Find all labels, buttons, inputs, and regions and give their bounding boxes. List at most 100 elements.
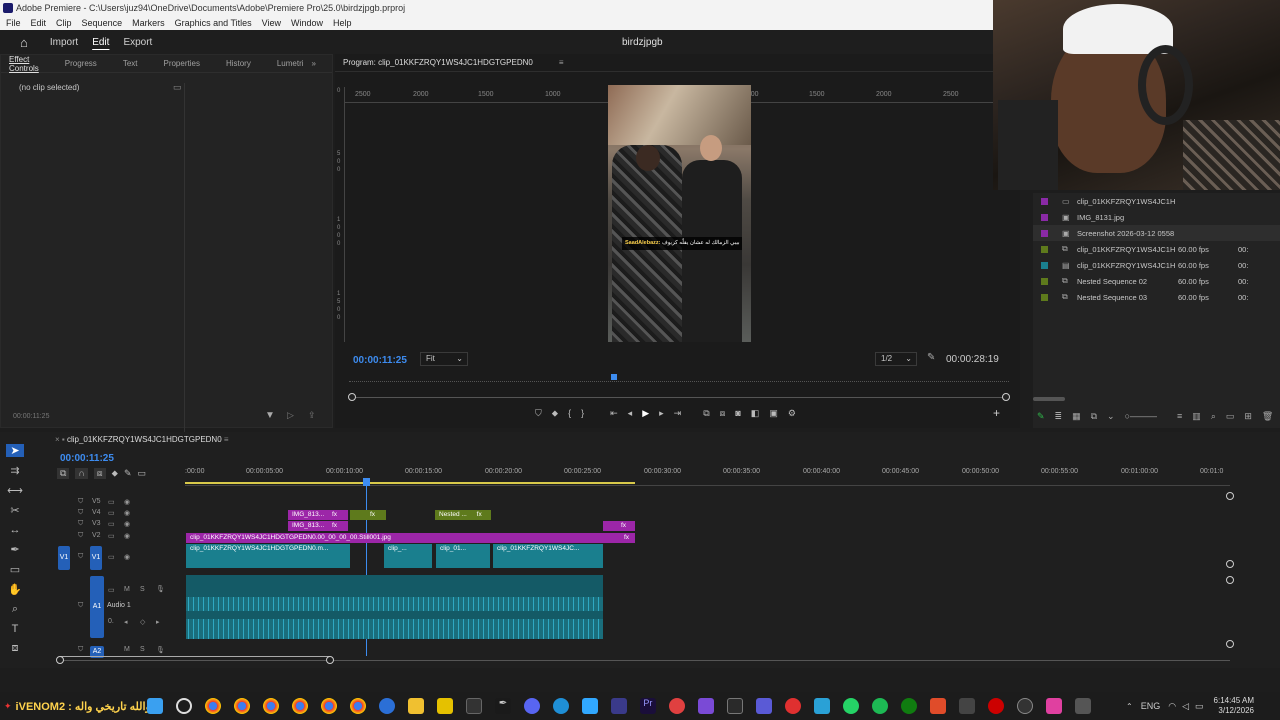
- tab-lumetri[interactable]: Lumetri: [277, 59, 304, 68]
- whatsapp-icon[interactable]: [842, 698, 859, 714]
- video-scroll-top[interactable]: [1226, 492, 1234, 500]
- home-icon[interactable]: ⌂: [20, 35, 28, 50]
- sequence-tab[interactable]: × ▪ clip_01KKFZRQY1WS4JC1HDGTGPEDN0 ≡: [55, 435, 229, 444]
- project-item[interactable]: ▣ Screenshot 2026-03-12 0558: [1033, 225, 1280, 241]
- clip-v1-b[interactable]: clip_...: [384, 544, 432, 568]
- audio-scroll-top[interactable]: [1226, 576, 1234, 584]
- chrome-icon[interactable]: [291, 698, 308, 714]
- zoom-handle-left[interactable]: [348, 393, 356, 401]
- solo-button[interactable]: S: [140, 586, 145, 593]
- label-color-swatch[interactable]: [1041, 261, 1048, 269]
- track-volume[interactable]: 0.: [108, 618, 114, 625]
- mark-in-icon[interactable]: {: [568, 408, 571, 419]
- lift-icon[interactable]: ⛉: [535, 408, 542, 419]
- edge-icon[interactable]: [552, 698, 569, 714]
- timeline-ruler[interactable]: :00:00 00:00:05:00 00:00:10:00 00:00:15:…: [185, 468, 1230, 486]
- pen-app-icon[interactable]: ✒: [494, 698, 511, 714]
- video-scroll-bottom[interactable]: [1226, 560, 1234, 568]
- captions-icon[interactable]: ▭: [138, 468, 147, 479]
- notes-icon[interactable]: [436, 698, 453, 714]
- track-select-icon[interactable]: ⇉: [6, 464, 24, 477]
- media-icon[interactable]: [697, 698, 714, 714]
- clip-v1-c[interactable]: clip_01...: [436, 544, 490, 568]
- browser-icon[interactable]: [378, 698, 395, 714]
- menu-graphics[interactable]: Graphics and Titles: [175, 16, 252, 30]
- track-target-v1[interactable]: V1: [90, 546, 102, 570]
- project-item[interactable]: ▣ IMG_8131.jpg: [1033, 209, 1280, 225]
- go-to-out-icon[interactable]: ⇥: [674, 408, 682, 419]
- sync-icon[interactable]: ▭: [108, 586, 115, 594]
- zoom-handle-right[interactable]: [1002, 393, 1010, 401]
- clip-v4-img[interactable]: IMG_813... fx: [288, 510, 348, 520]
- tab-effect-controls[interactable]: Effect Controls: [9, 55, 39, 73]
- timeline-zoom-handle-right[interactable]: [326, 656, 334, 664]
- menu-edit[interactable]: Edit: [31, 16, 47, 30]
- chrome-icon[interactable]: [349, 698, 366, 714]
- go-to-in-icon[interactable]: ⇤: [610, 408, 618, 419]
- overwrite-icon[interactable]: ⧈: [720, 408, 726, 419]
- project-scrollbar[interactable]: [1033, 397, 1065, 401]
- add-marker-icon[interactable]: ⬥: [552, 408, 558, 419]
- project-item[interactable]: ▤ clip_01KKFZRQY1WS4JC1H 60.00 fps 00:: [1033, 257, 1280, 273]
- play-audio-icon[interactable]: ▷: [287, 410, 294, 421]
- tab-progress[interactable]: Progress: [65, 59, 97, 68]
- compare-icon[interactable]: ◧: [751, 408, 760, 419]
- timeline-settings-icon[interactable]: ✎: [124, 468, 132, 479]
- eye-icon[interactable]: ◉: [124, 520, 130, 528]
- lang-indicator[interactable]: ENG: [1141, 701, 1161, 711]
- zoom-bar[interactable]: [349, 397, 1009, 398]
- lock-icon[interactable]: ⛉: [78, 520, 83, 528]
- export-tab[interactable]: Export: [123, 37, 152, 48]
- clip-v2-still[interactable]: clip_01KKFZRQY1WS4JC1HDGTGPEDN0.00_00_00…: [186, 533, 635, 543]
- menu-help[interactable]: Help: [333, 16, 352, 30]
- source-patch-v1[interactable]: V1: [58, 546, 70, 570]
- menu-markers[interactable]: Markers: [132, 16, 165, 30]
- tab-properties[interactable]: Properties: [163, 59, 199, 68]
- track-target-a1[interactable]: A1: [90, 576, 104, 638]
- type-tool-icon[interactable]: T: [6, 623, 24, 635]
- clip-v3-img[interactable]: IMG_813... fx: [288, 521, 348, 531]
- lock-icon[interactable]: ⛉: [78, 646, 83, 654]
- label-color-swatch[interactable]: [1041, 213, 1048, 221]
- premiere-icon[interactable]: Pr: [639, 698, 656, 714]
- freeform-view-icon[interactable]: ⧉: [1091, 411, 1097, 422]
- xbox-icon[interactable]: [900, 698, 917, 714]
- zoom-select[interactable]: Fit ⌄: [420, 352, 468, 366]
- safe-margins-icon[interactable]: ▣: [769, 408, 778, 419]
- slip-icon[interactable]: ↔: [6, 524, 24, 536]
- ripple-edit-icon[interactable]: ⟷: [6, 484, 24, 497]
- tab-text[interactable]: Text: [123, 59, 138, 68]
- start-icon[interactable]: [146, 698, 163, 714]
- search-icon[interactable]: [175, 698, 192, 714]
- sync-icon[interactable]: ▭: [108, 509, 115, 517]
- red-app-icon[interactable]: [987, 698, 1004, 714]
- eye-icon[interactable]: ◉: [124, 532, 130, 540]
- tab-history[interactable]: History: [226, 59, 251, 68]
- add-button-icon[interactable]: +: [993, 406, 1000, 420]
- lock-icon[interactable]: ⛉: [78, 602, 83, 610]
- program-title[interactable]: Program: clip_01KKFZRQY1WS4JC1HDGTGPEDN0: [343, 58, 533, 67]
- menu-sequence[interactable]: Sequence: [82, 16, 123, 30]
- new-item-icon[interactable]: ⊞: [1244, 411, 1252, 422]
- snap-icon[interactable]: ∩: [75, 468, 88, 479]
- label-color-swatch[interactable]: [1041, 229, 1048, 237]
- find-icon[interactable]: ⌕: [1211, 411, 1216, 422]
- zoom-icon[interactable]: ⌕: [6, 603, 24, 616]
- terminal-icon[interactable]: [465, 698, 482, 714]
- razor-icon[interactable]: ✂: [6, 504, 24, 517]
- eye-icon[interactable]: ◉: [124, 553, 130, 561]
- timeline-playhead-handle[interactable]: [363, 478, 370, 486]
- playhead-marker[interactable]: [611, 374, 617, 380]
- display-icon[interactable]: [958, 698, 975, 714]
- chrome-icon[interactable]: [320, 698, 337, 714]
- menu-clip[interactable]: Clip: [56, 16, 72, 30]
- chrome-icon[interactable]: [262, 698, 279, 714]
- clip-v4-green[interactable]: fx: [350, 510, 386, 520]
- eye-icon[interactable]: ◉: [124, 498, 130, 506]
- label-color-swatch[interactable]: [1041, 293, 1048, 301]
- menu-file[interactable]: File: [6, 16, 21, 30]
- caption-tool-icon[interactable]: ⧈: [6, 642, 24, 655]
- sync-icon[interactable]: ▭: [108, 498, 115, 506]
- lock-icon[interactable]: ⛉: [78, 532, 83, 540]
- linked-select-icon[interactable]: ⧈: [93, 468, 106, 479]
